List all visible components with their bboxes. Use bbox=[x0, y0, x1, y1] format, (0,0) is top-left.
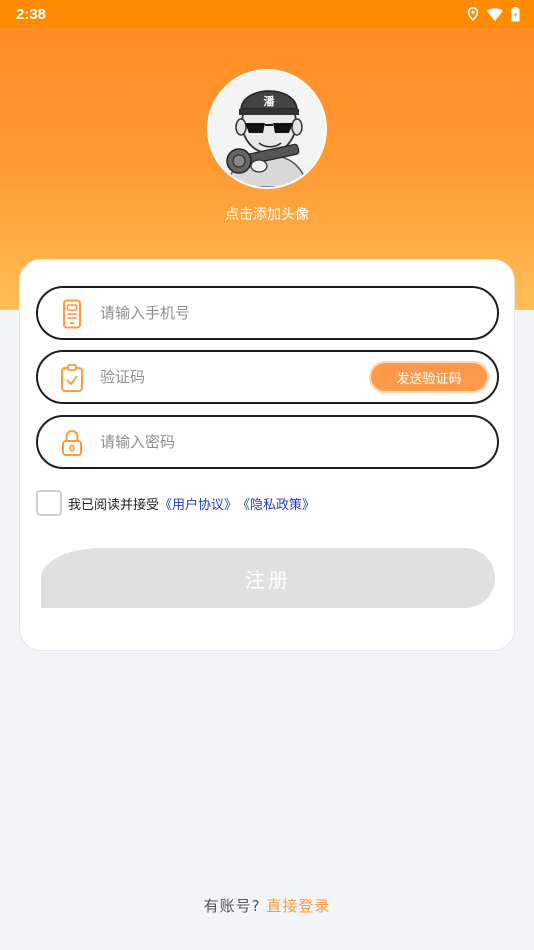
login-link[interactable]: 直接登录 bbox=[266, 897, 330, 915]
user-agreement-link[interactable]: 《用户协议》 bbox=[159, 494, 237, 513]
clipboard-check-icon bbox=[61, 364, 83, 392]
phone-input[interactable]: 请输入手机号 bbox=[100, 288, 190, 338]
agreement-row: 我已阅读并接受 《用户协议》 《隐私政策》 bbox=[36, 490, 315, 516]
lock-icon bbox=[62, 429, 82, 456]
status-bar: 2:38 bbox=[0, 0, 534, 28]
avatar-caption[interactable]: 点击添加头像 bbox=[0, 204, 534, 224]
status-icons bbox=[467, 6, 520, 22]
avatar-image: 潘 bbox=[209, 71, 325, 187]
phone-field[interactable]: 请输入手机号 bbox=[36, 286, 499, 340]
status-time: 2:38 bbox=[16, 5, 47, 23]
agreement-text: 我已阅读并接受 bbox=[68, 497, 160, 513]
code-field[interactable]: 验证码 发送验证码 bbox=[36, 350, 499, 404]
register-card: 请输入手机号 验证码 发送验证码 请输入密码 我已阅读并接受 《用户协议》 《隐… bbox=[19, 259, 515, 651]
privacy-policy-link[interactable]: 《隐私政策》 bbox=[237, 494, 315, 513]
avatar[interactable]: 潘 bbox=[207, 69, 327, 189]
agreement-checkbox[interactable] bbox=[36, 490, 62, 516]
password-input[interactable]: 请输入密码 bbox=[100, 417, 175, 467]
password-field[interactable]: 请输入密码 bbox=[36, 415, 499, 469]
svg-text:潘: 潘 bbox=[264, 94, 276, 108]
register-button[interactable]: 注册 bbox=[41, 548, 495, 608]
send-code-button[interactable]: 发送验证码 bbox=[369, 361, 489, 393]
location-icon bbox=[467, 7, 479, 21]
login-question: 有账号? bbox=[203, 897, 261, 915]
code-input[interactable]: 验证码 bbox=[100, 352, 145, 402]
battery-icon bbox=[511, 6, 520, 21]
login-prompt: 有账号? 直接登录 bbox=[0, 895, 534, 916]
phone-icon bbox=[63, 299, 81, 329]
wifi-icon bbox=[487, 7, 503, 21]
